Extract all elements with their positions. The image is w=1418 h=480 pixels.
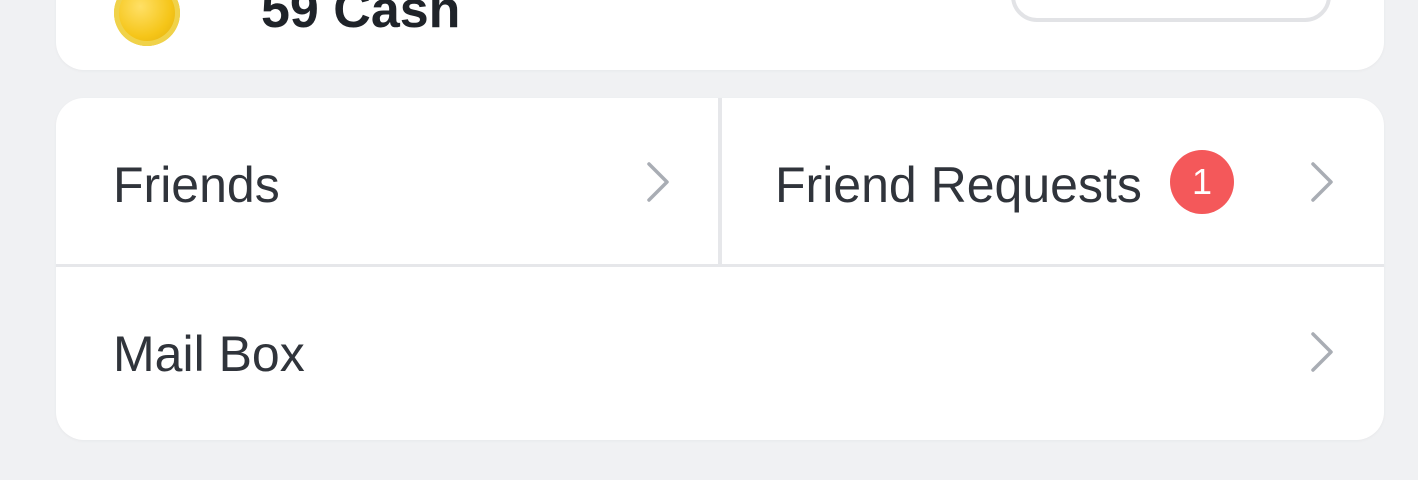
mail-box-label: Mail Box [113,326,305,382]
mail-box-menu-item[interactable]: Mail Box [56,267,1384,440]
chevron-right-icon [647,162,669,202]
notification-badge: 1 [1170,150,1234,214]
chevron-right-icon [1311,162,1333,202]
menu-row-top: Friends Friend Requests 1 [56,98,1384,264]
cash-card: 59 Cash [56,0,1384,70]
friend-requests-menu-item[interactable]: Friend Requests 1 [722,98,1384,264]
friend-requests-label: Friend Requests [775,157,1142,213]
friends-menu-item[interactable]: Friends [56,98,718,264]
cash-action-button[interactable] [1011,0,1331,22]
social-menu-card: Friends Friend Requests 1 Mail Box [56,98,1384,440]
coin-icon [114,0,180,46]
friends-label: Friends [113,157,280,213]
cash-label: 59 Cash [261,0,461,39]
chevron-right-icon [1311,332,1333,372]
